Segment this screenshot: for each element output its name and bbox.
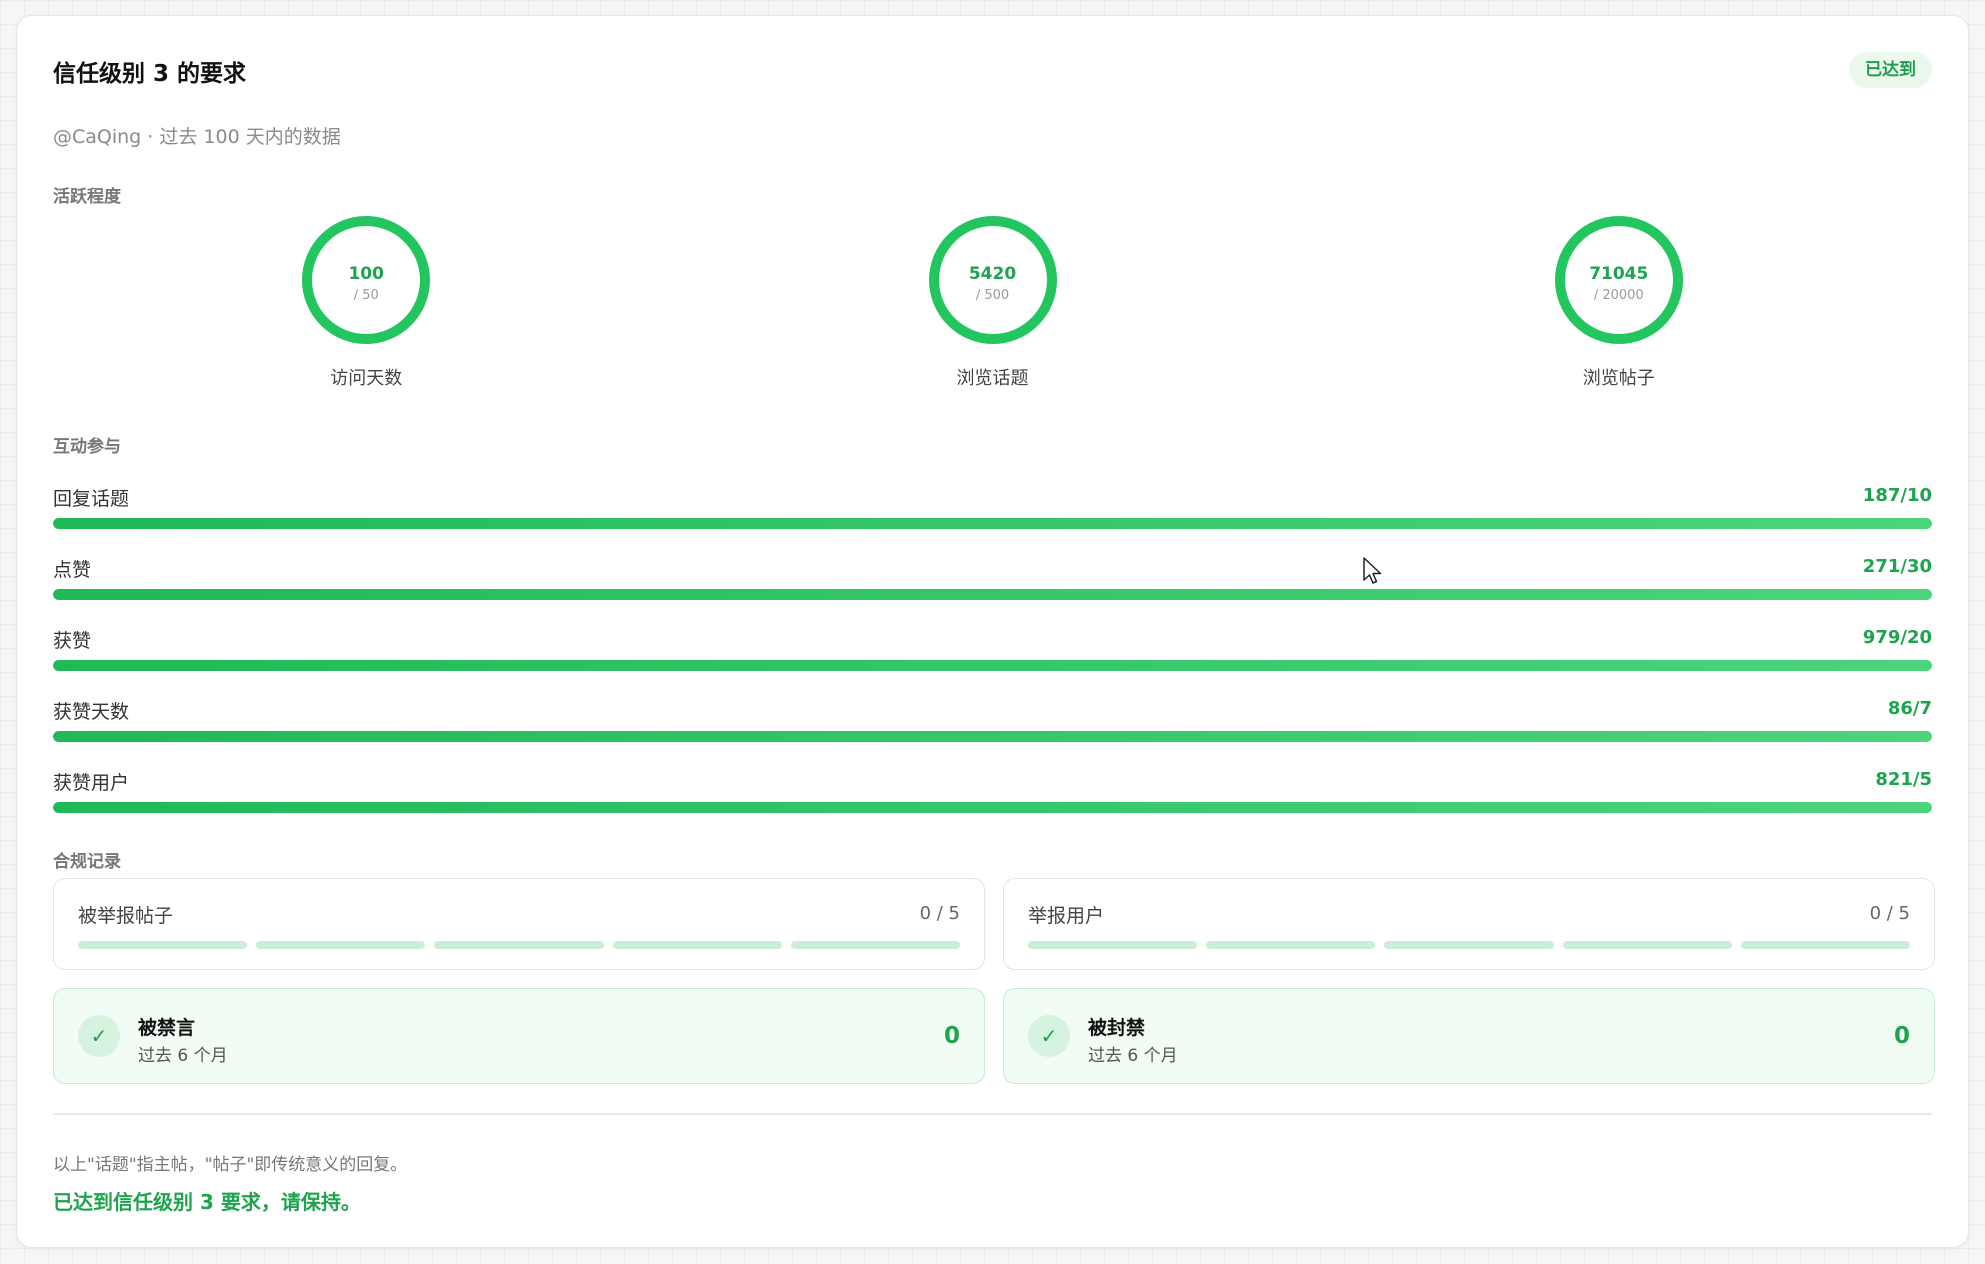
section-label-interaction: 互动参与: [53, 437, 121, 457]
segment: [1562, 941, 1732, 949]
ring-value: 5420: [968, 264, 1017, 284]
bar-value: 86/7: [1887, 698, 1932, 719]
penalty-sub: 过去 6 个月: [1088, 1046, 1178, 1066]
ring-value: 71045: [1589, 264, 1649, 284]
trust-level-card: 信任级别 3 的要求 已达到 @CaQing · 过去 100 天内的数据 活跃…: [16, 15, 1969, 1248]
bar-value: 187/10: [1862, 485, 1932, 506]
page-subtitle: @CaQing · 过去 100 天内的数据: [53, 126, 341, 148]
segment: [434, 941, 604, 949]
box-label: 举报用户: [1028, 905, 1105, 927]
mouse-cursor-icon: [1363, 557, 1382, 584]
progress-fill: [53, 731, 1932, 742]
progress-fill: [53, 802, 1932, 813]
box-label: 被举报帖子: [78, 905, 174, 927]
segment: [1028, 941, 1198, 949]
page-title: 信任级别 3 的要求: [53, 61, 247, 87]
segment: [790, 941, 961, 949]
progress-track: [53, 518, 1932, 529]
segment: [1384, 941, 1554, 949]
flagged-users-box: 举报用户 0 / 5: [1003, 878, 1935, 970]
box-value: 0 / 5: [919, 903, 960, 924]
bar-label: 获赞用户: [53, 772, 130, 794]
segment-bar: [78, 941, 961, 949]
check-icon: ✓: [78, 1015, 120, 1057]
status-badge: 已达到: [1849, 52, 1932, 88]
ring-target: / 20000: [1593, 288, 1644, 303]
ring-visit-days: 100 / 50 访问天数: [266, 216, 466, 390]
segment: [256, 941, 426, 949]
bar-label: 获赞: [53, 630, 92, 652]
segment: [78, 941, 248, 949]
progress-track: [53, 660, 1932, 671]
ring-posts-viewed: 71045 / 20000 浏览帖子: [1519, 216, 1719, 390]
ring-label: 浏览话题: [956, 368, 1029, 389]
penalty-title: 被禁言: [138, 1017, 196, 1039]
bar-liked-days: 获赞天数 86/7: [53, 697, 1932, 753]
segment: [1206, 941, 1376, 949]
segment: [1740, 941, 1911, 949]
progress-fill: [53, 518, 1932, 529]
flagged-posts-box: 被举报帖子 0 / 5: [53, 878, 985, 970]
silenced-box: ✓ 被禁言 过去 6 个月 0: [53, 988, 985, 1084]
penalty-value: 0: [943, 1023, 960, 1049]
progress-fill: [53, 660, 1932, 671]
progress-ring: 100 / 50: [302, 216, 431, 344]
ring-label: 浏览帖子: [1582, 368, 1655, 389]
bar-label: 点赞: [53, 559, 92, 581]
bar-value: 821/5: [1875, 769, 1932, 790]
ring-target: / 500: [975, 288, 1010, 303]
section-label-activity: 活跃程度: [53, 187, 121, 207]
bar-replies: 回复话题 187/10: [53, 484, 1932, 540]
progress-ring: 71045 / 20000: [1554, 216, 1683, 344]
segment-bar: [1028, 941, 1911, 949]
progress-track: [53, 802, 1932, 813]
progress-ring: 5420 / 500: [928, 216, 1057, 344]
penalty-sub: 过去 6 个月: [138, 1046, 228, 1066]
activity-rings: 100 / 50 访问天数 5420 / 500 浏览话题 71045 / 20…: [53, 216, 1932, 416]
ring-target: / 50: [353, 288, 379, 303]
penalty-title: 被封禁: [1088, 1017, 1146, 1039]
bar-value: 979/20: [1862, 627, 1932, 648]
progress-track: [53, 731, 1932, 742]
ring-value: 100: [348, 264, 384, 284]
penalty-value: 0: [1893, 1023, 1910, 1049]
suspended-box: ✓ 被封禁 过去 6 个月 0: [1003, 988, 1935, 1084]
box-value: 0 / 5: [1869, 903, 1910, 924]
progress-track: [53, 589, 1932, 600]
section-label-compliance: 合规记录: [53, 852, 121, 872]
bar-likes-received: 获赞 979/20: [53, 626, 1932, 682]
footer-status: 已达到信任级别 3 要求，请保持。: [53, 1190, 361, 1214]
ring-label: 访问天数: [330, 368, 403, 389]
divider: [53, 1113, 1932, 1115]
bar-liked-users: 获赞用户 821/5: [53, 768, 1932, 824]
bar-likes-given: 点赞 271/30: [53, 555, 1932, 611]
footer-note: 以上"话题"指主帖，"帖子"即传统意义的回复。: [53, 1155, 408, 1175]
check-icon: ✓: [1028, 1015, 1070, 1057]
bar-value: 271/30: [1862, 556, 1932, 577]
bar-label: 回复话题: [53, 488, 130, 510]
segment: [612, 941, 782, 949]
bar-label: 获赞天数: [53, 701, 130, 723]
ring-topics-viewed: 5420 / 500 浏览话题: [893, 216, 1093, 390]
progress-fill: [53, 589, 1932, 600]
